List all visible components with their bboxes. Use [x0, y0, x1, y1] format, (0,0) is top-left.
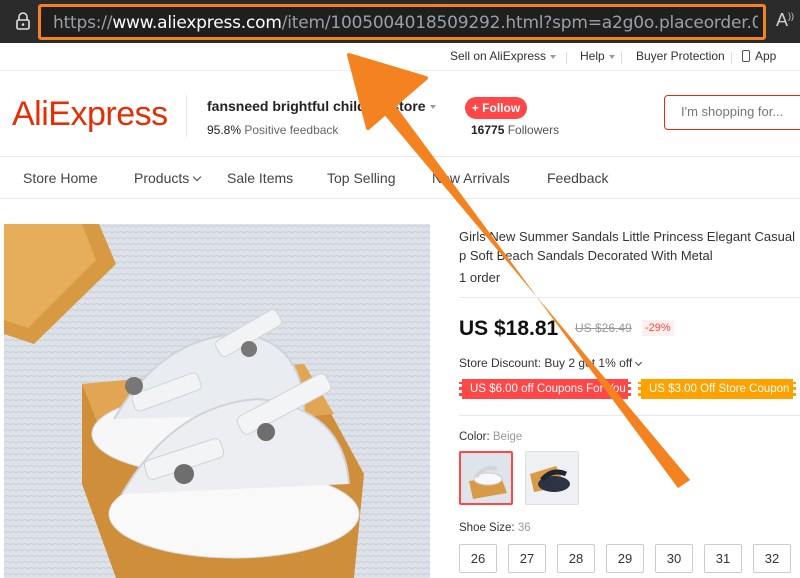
store-discount[interactable]: Store Discount: Buy 2 get 1% off	[459, 356, 643, 370]
nav-products[interactable]: Products	[134, 170, 202, 186]
browser-address-bar: https://www.aliexpress.com/item/10050040…	[0, 0, 800, 43]
site-top-bar: Sell on AliExpress Help Buyer Protection…	[0, 43, 800, 71]
search-input[interactable]	[681, 104, 800, 119]
sandals-photo	[4, 224, 430, 578]
original-price: US $26.49	[575, 321, 632, 335]
size-option[interactable]: 32	[753, 544, 791, 573]
swatch-beige-thumb	[461, 453, 511, 503]
store-header: AliExpress fansneed brightful children s…	[0, 71, 800, 157]
help-link[interactable]: Help	[580, 49, 615, 63]
color-swatch-black[interactable]	[525, 451, 579, 505]
store-nav: Store Home Products Sale Items Top Selli…	[0, 157, 800, 199]
store-name[interactable]: fansneed brightful children store	[207, 98, 436, 114]
store-search[interactable]	[664, 95, 800, 130]
discount-badge: -29%	[642, 320, 674, 336]
coupon-for-you[interactable]: US $6.00 off Coupons For You	[459, 379, 631, 399]
app-link[interactable]: App	[742, 49, 776, 63]
size-option[interactable]: 27	[508, 544, 546, 573]
product-price: US $18.81	[459, 317, 559, 340]
nav-feedback[interactable]: Feedback	[547, 170, 608, 186]
store-coupon[interactable]: US $3.00 Off Store Coupon	[638, 379, 796, 399]
swatch-black-thumb	[526, 452, 578, 504]
nav-top-selling[interactable]: Top Selling	[327, 170, 396, 186]
nav-new-arrivals[interactable]: New Arrivals	[432, 170, 510, 186]
product-title: Girls New Summer Sandals Little Princess…	[459, 229, 795, 263]
size-option[interactable]: 30	[655, 544, 693, 573]
size-option[interactable]: 28	[557, 544, 595, 573]
sell-on-aliexpress-link[interactable]: Sell on AliExpress	[450, 49, 557, 63]
size-option[interactable]: 29	[606, 544, 644, 573]
caret-down-icon	[550, 54, 557, 59]
url-field[interactable]: https://www.aliexpress.com/item/10050040…	[38, 4, 766, 40]
read-aloud-icon[interactable]: A))	[776, 10, 794, 31]
color-swatch-beige[interactable]	[459, 451, 513, 505]
size-option[interactable]: 26	[459, 544, 497, 573]
nav-store-home[interactable]: Store Home	[23, 170, 98, 186]
caret-down-icon	[429, 105, 436, 110]
size-option[interactable]: 31	[704, 544, 742, 573]
buyer-protection-link[interactable]: Buyer Protection	[636, 49, 725, 63]
product-main-image[interactable]	[4, 224, 430, 578]
orders-count: 1 order	[459, 270, 501, 285]
phone-icon	[742, 50, 750, 62]
size-label: Shoe Size: 36	[459, 522, 531, 534]
chevron-down-icon	[193, 172, 202, 182]
lock-icon[interactable]	[16, 12, 30, 30]
follow-button[interactable]: + Follow	[465, 97, 527, 119]
store-feedback: 95.8% Positive feedback	[207, 123, 339, 137]
aliexpress-logo[interactable]: AliExpress	[12, 95, 168, 134]
nav-sale-items[interactable]: Sale Items	[227, 170, 293, 186]
color-label: Color: Beige	[459, 431, 523, 443]
chevron-down-icon	[635, 358, 643, 367]
url-text[interactable]: https://www.aliexpress.com/item/10050040…	[53, 13, 758, 33]
caret-down-icon	[608, 54, 615, 59]
followers-count: 16775 Followers	[471, 123, 560, 137]
